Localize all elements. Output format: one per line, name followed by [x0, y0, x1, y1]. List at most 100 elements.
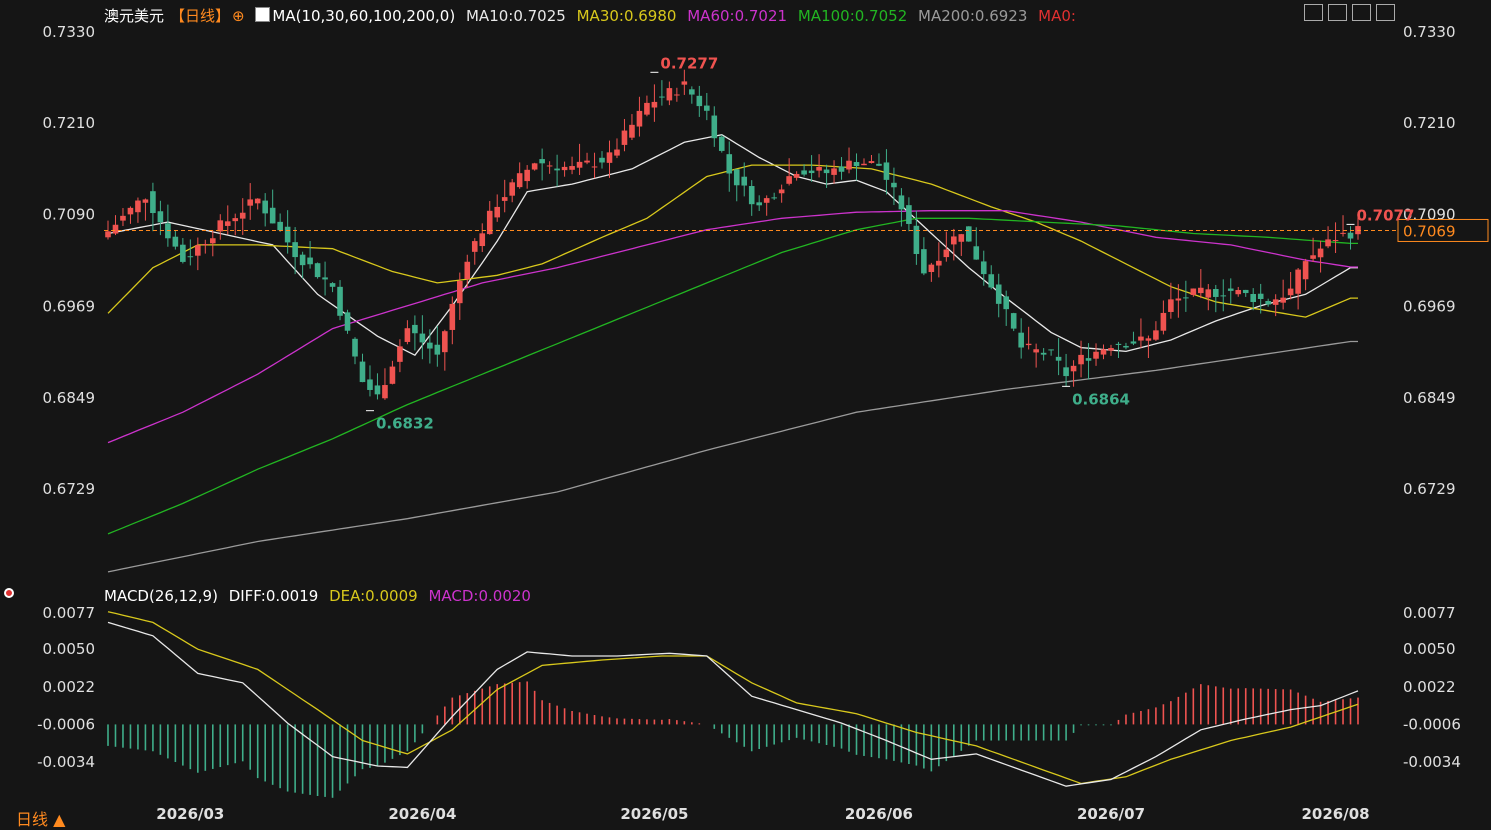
layout-icon[interactable] — [1352, 4, 1371, 21]
grid-icon[interactable] — [1304, 4, 1323, 21]
period-selector[interactable]: 日线 ▲ — [16, 806, 65, 830]
candle-up — [1138, 336, 1144, 341]
candle-down — [898, 195, 905, 210]
candle-up — [846, 160, 852, 170]
candle-down — [412, 324, 418, 334]
macd-y-tick-left: -0.0034 — [37, 753, 95, 771]
candle-down — [1242, 289, 1249, 294]
candle-up — [674, 94, 680, 96]
candle-down — [973, 246, 980, 260]
candle-down — [1040, 352, 1047, 355]
candle-up — [1340, 232, 1346, 234]
y-tick-right: 0.7210 — [1403, 114, 1456, 132]
ma60-value: MA60:0.7021 — [687, 7, 788, 25]
ma30-value: MA30:0.6980 — [576, 7, 677, 25]
candle-down — [1055, 356, 1062, 361]
candle-down — [314, 263, 321, 278]
macd-y-tick-right: -0.0034 — [1403, 753, 1461, 771]
candle-up — [816, 166, 822, 171]
candle-up — [958, 234, 965, 242]
candle-down — [988, 274, 995, 288]
candle-up — [1280, 297, 1286, 303]
candle-up — [479, 233, 486, 247]
candle-down — [150, 191, 156, 214]
macd-params: MACD(26,12,9) — [104, 587, 218, 605]
candle-down — [748, 186, 755, 205]
candle-up — [621, 130, 628, 145]
candle-down — [292, 242, 298, 258]
period-tag[interactable]: 【日线】 — [170, 7, 230, 25]
macd-y-tick-left: 0.0050 — [43, 640, 96, 658]
candle-down — [1123, 345, 1129, 348]
add-indicator-icon[interactable]: ⊕ — [232, 7, 245, 25]
candle-up — [1332, 240, 1339, 242]
candle-down — [434, 344, 441, 355]
candle-down — [1183, 297, 1189, 299]
candle-down — [1220, 295, 1227, 297]
candle-up — [509, 182, 515, 196]
candle-up — [629, 124, 635, 138]
candle-down — [980, 261, 987, 275]
ma200-line — [107, 340, 1358, 573]
candle-down — [1063, 367, 1069, 377]
candle-up — [501, 197, 508, 201]
candle-up — [591, 166, 598, 168]
candle-up — [524, 169, 530, 182]
candle-down — [838, 166, 845, 172]
candle-up — [561, 166, 568, 171]
candle-up — [1070, 365, 1077, 372]
candle-down — [696, 95, 703, 107]
candle-up — [1190, 288, 1197, 295]
candle-up — [793, 173, 800, 178]
candle-up — [584, 160, 590, 163]
y-tick-left: 0.6969 — [43, 298, 96, 316]
candle-up — [1287, 288, 1294, 296]
macd-y-tick-left: 0.0077 — [43, 604, 96, 622]
candle-up — [1168, 299, 1174, 312]
candle-up — [404, 328, 411, 342]
candle-up — [1153, 330, 1159, 340]
candle-up — [127, 207, 134, 215]
export-icon[interactable] — [1376, 4, 1395, 21]
y-tick-right: 0.6729 — [1403, 480, 1456, 498]
candle-down — [823, 169, 830, 174]
candle-up — [786, 176, 792, 184]
candle-up — [217, 220, 224, 232]
candle-down — [1227, 288, 1234, 291]
record-icon[interactable] — [4, 588, 14, 598]
x-tick-date: 2026/07 — [1077, 805, 1145, 823]
candle-up — [1100, 349, 1107, 355]
candle-down — [1003, 296, 1010, 310]
candle-down — [921, 249, 927, 274]
dea-value: DEA:0.0009 — [329, 587, 418, 605]
macd-y-tick-left: 0.0022 — [43, 678, 96, 696]
symbol-title: 澳元美元 — [104, 7, 165, 25]
x-tick-date: 2026/06 — [845, 805, 913, 823]
candle-up — [569, 166, 575, 170]
forex-chart[interactable]: 0.7330 0.73300.7210 0.72100.7090 0.70900.69… — [0, 0, 1491, 829]
candle-up — [1033, 349, 1039, 353]
candle-down — [733, 169, 740, 186]
candle-up — [239, 212, 246, 219]
y-tick-right: 0.6969 — [1403, 298, 1456, 316]
candle-down — [1212, 288, 1219, 297]
candle-up — [644, 102, 650, 115]
ma10-value: MA10:0.7025 — [465, 7, 566, 25]
candle-down — [352, 338, 358, 357]
candle-down — [659, 96, 665, 98]
candle-down — [1257, 293, 1264, 300]
candle-down — [965, 226, 972, 242]
indicator-icon[interactable] — [255, 7, 271, 22]
candle-up — [494, 206, 501, 218]
candle-down — [906, 205, 912, 224]
candle-up — [1198, 287, 1204, 294]
candle-down — [995, 284, 1002, 304]
candle-up — [606, 152, 613, 163]
candle-up — [778, 189, 785, 194]
candle-up — [531, 163, 538, 170]
candle-down — [704, 105, 710, 111]
candle-down — [284, 226, 291, 243]
candle-up — [861, 163, 867, 166]
candle-up — [1078, 354, 1084, 365]
split-icon[interactable] — [1328, 4, 1347, 21]
